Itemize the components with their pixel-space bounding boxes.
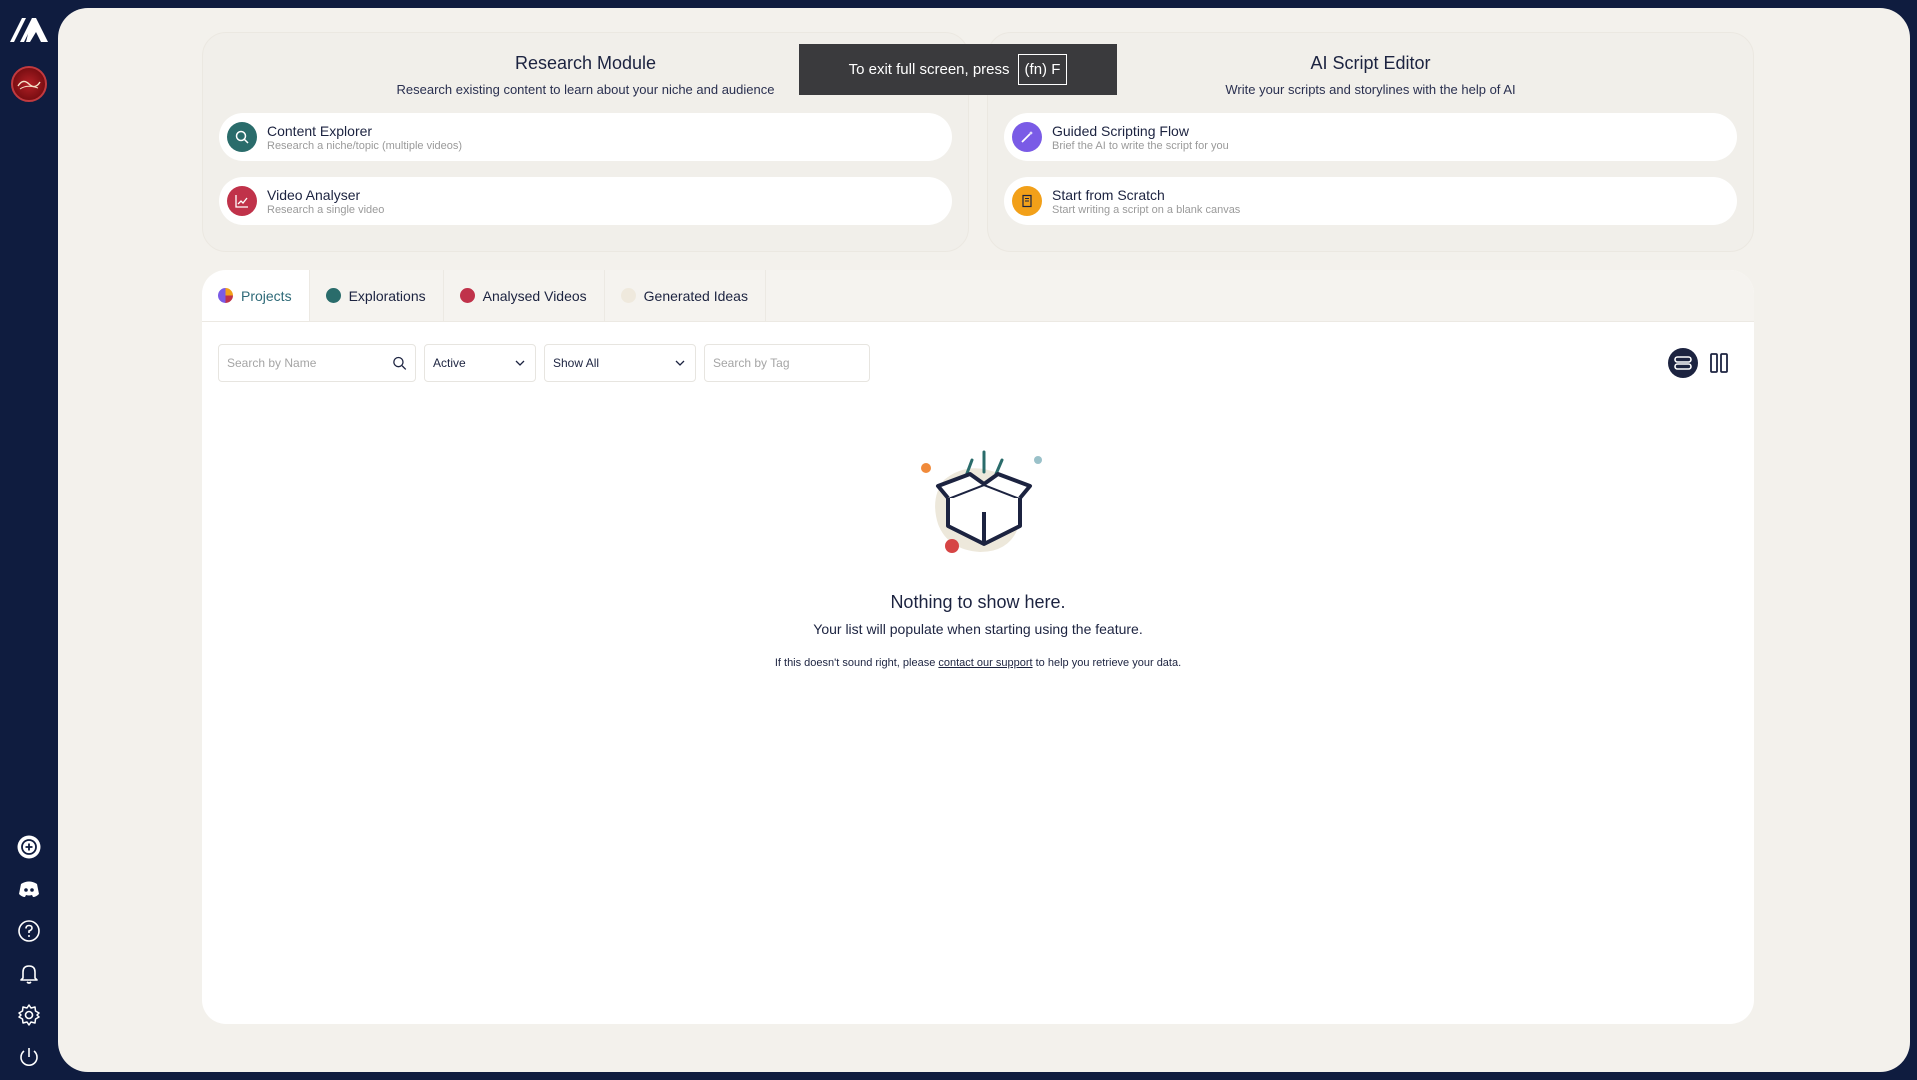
show-select[interactable]: Show All <box>544 344 696 382</box>
content-explorer-desc: Research a niche/topic (multiple videos) <box>267 139 463 152</box>
generated-ideas-dot-icon <box>620 288 636 303</box>
search-by-name-field[interactable] <box>218 344 416 382</box>
empty-state-title: Nothing to show here. <box>890 592 1066 612</box>
status-select[interactable]: Active <box>424 344 536 382</box>
help-text-after: to help you retrieve your data. <box>1035 657 1182 669</box>
help-icon[interactable] <box>14 916 44 946</box>
tab-generated-ideas[interactable]: Generated Ideas <box>605 270 766 321</box>
empty-state: Nothing to show here. Your list will pop… <box>202 440 1754 669</box>
start-from-scratch-desc: Start writing a script on a blank canvas <box>1052 203 1241 216</box>
tab-projects-label: Projects <box>241 287 292 304</box>
guided-scripting-flow-desc: Brief the AI to write the script for you <box>1052 139 1229 152</box>
tab-analysed-videos[interactable]: Analysed Videos <box>444 270 605 321</box>
analysed-videos-dot-icon <box>459 288 475 303</box>
tab-analysed-videos-label: Analysed Videos <box>482 287 587 304</box>
notifications-bell-icon[interactable] <box>14 958 44 988</box>
toast-key: (fn) F <box>1017 54 1068 85</box>
search-icon[interactable] <box>392 355 407 371</box>
toast-text: To exit full screen, press <box>848 61 1010 78</box>
open-box-icon <box>908 440 1048 570</box>
tab-generated-ideas-label: Generated Ideas <box>643 287 748 304</box>
user-avatar[interactable] <box>11 66 47 102</box>
column-view-icon[interactable] <box>1704 348 1734 378</box>
add-new-icon[interactable] <box>14 832 44 862</box>
video-analyser-desc: Research a single video <box>267 203 385 216</box>
app-logo-icon[interactable] <box>8 12 50 46</box>
fullscreen-exit-toast: To exit full screen, press (fn) F <box>799 44 1117 95</box>
settings-gear-icon[interactable] <box>14 1000 44 1030</box>
video-analyser-button[interactable]: Video Analyser Research a single video <box>219 177 952 225</box>
tab-projects[interactable]: Projects <box>202 270 310 321</box>
filter-bar: Active Show All <box>218 344 870 382</box>
magic-wand-icon <box>1012 122 1042 152</box>
video-analyser-title: Video Analyser <box>267 186 361 203</box>
search-by-name-input[interactable] <box>227 356 393 370</box>
logout-power-icon[interactable] <box>14 1042 44 1072</box>
search-by-tag-input[interactable] <box>713 356 861 370</box>
start-from-scratch-button[interactable]: Start from Scratch Start writing a scrip… <box>1004 177 1737 225</box>
search-by-tag-field[interactable] <box>704 344 870 382</box>
empty-state-help: If this doesn't sound right, please cont… <box>202 657 1754 669</box>
show-select-value: Show All <box>553 356 600 370</box>
discord-icon[interactable] <box>14 874 44 904</box>
chart-icon <box>227 186 257 216</box>
content-explorer-button[interactable]: Content Explorer Research a niche/topic … <box>219 113 952 161</box>
guided-scripting-flow-title: Guided Scripting Flow <box>1052 122 1189 139</box>
document-icon <box>1012 186 1042 216</box>
empty-state-subtitle: Your list will populate when starting us… <box>813 621 1143 637</box>
explorations-dot-icon <box>325 288 341 303</box>
chevron-down-icon <box>515 360 525 366</box>
status-select-value: Active <box>433 356 466 370</box>
content-explorer-title: Content Explorer <box>267 122 373 139</box>
main-panel: Research Module Research existing conten… <box>58 8 1910 1072</box>
left-sidebar <box>0 0 58 1080</box>
guided-scripting-flow-button[interactable]: Guided Scripting Flow Brief the AI to wr… <box>1004 113 1737 161</box>
view-toggles <box>1668 348 1734 378</box>
tab-explorations-label: Explorations <box>348 287 426 304</box>
tab-explorations[interactable]: Explorations <box>310 270 444 321</box>
start-from-scratch-title: Start from Scratch <box>1052 186 1165 203</box>
list-view-icon[interactable] <box>1668 348 1698 378</box>
items-card: Projects Explorations Analysed Videos Ge… <box>202 270 1754 1024</box>
help-text-before: If this doesn't sound right, please <box>774 657 936 669</box>
tab-bar: Projects Explorations Analysed Videos Ge… <box>202 270 1754 322</box>
search-icon <box>227 122 257 152</box>
contact-support-link[interactable]: contact our support <box>938 657 1032 669</box>
projects-dot-icon <box>218 288 233 303</box>
chevron-down-icon <box>675 360 685 366</box>
